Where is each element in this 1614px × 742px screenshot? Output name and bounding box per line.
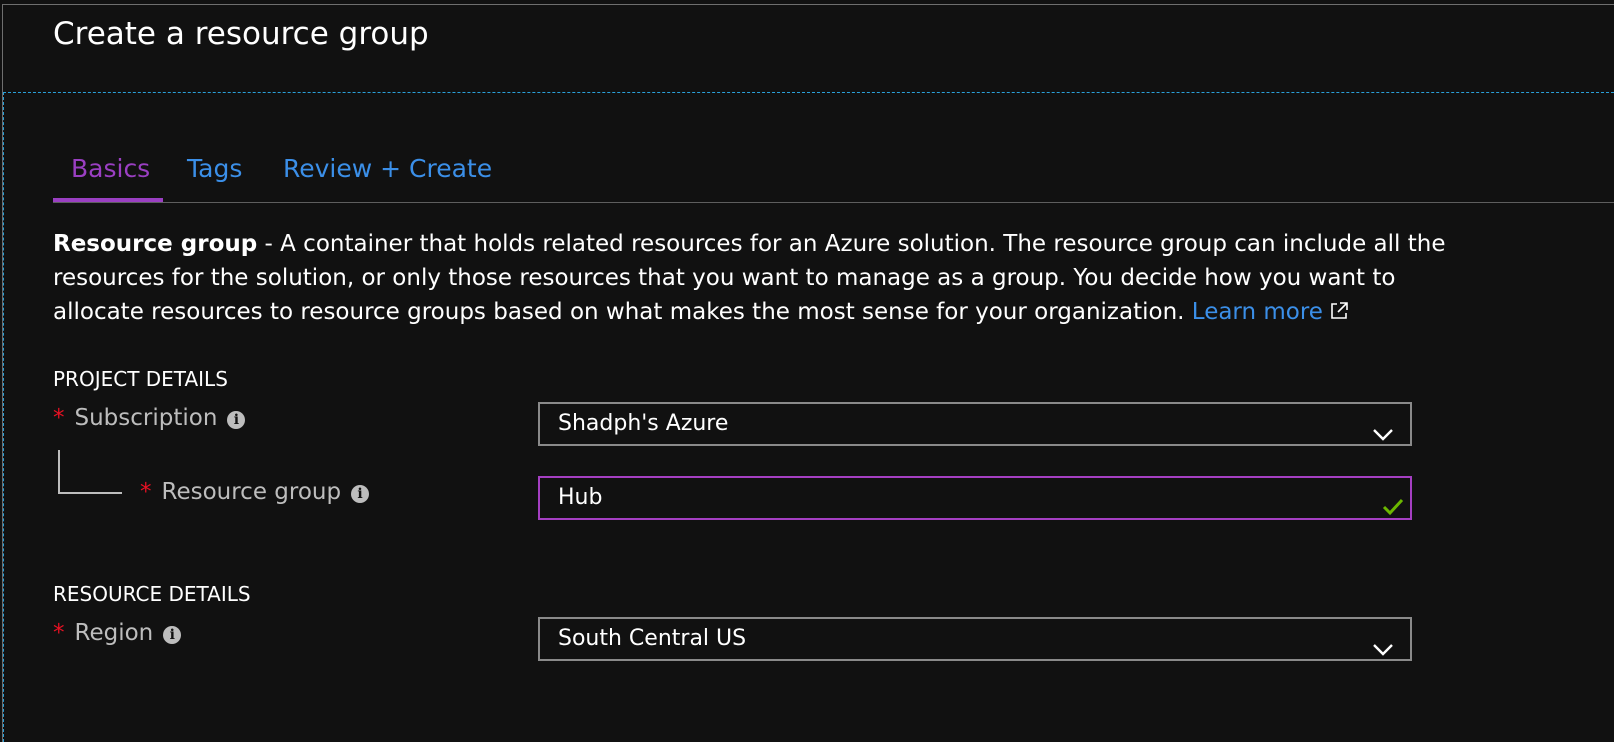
region-select[interactable]: South Central US xyxy=(538,617,1412,661)
learn-more-label: Learn more xyxy=(1191,299,1323,325)
subscription-label-row: * Subscription i xyxy=(53,405,246,431)
resource-group-input[interactable]: Hub xyxy=(538,476,1412,520)
resource-group-description: Resource group - A container that holds … xyxy=(53,227,1473,331)
resource-details-heading: RESOURCE DETAILS xyxy=(53,582,251,606)
tab-review-create[interactable]: Review + Create xyxy=(283,150,492,202)
info-icon[interactable]: i xyxy=(351,485,370,503)
chevron-down-icon xyxy=(1372,631,1394,671)
info-icon[interactable]: i xyxy=(163,626,182,644)
resource-group-value: Hub xyxy=(558,485,603,510)
required-asterisk: * xyxy=(53,620,65,646)
required-asterisk: * xyxy=(140,479,152,505)
region-value: South Central US xyxy=(558,626,747,651)
info-icon[interactable]: i xyxy=(227,411,246,429)
resource-group-label: Resource group xyxy=(161,479,342,505)
tab-bar-divider xyxy=(53,202,1614,203)
subscription-label: Subscription xyxy=(74,405,218,431)
chevron-down-icon xyxy=(1372,416,1394,456)
header-divider xyxy=(3,92,1614,93)
checkmark-icon xyxy=(1382,490,1404,530)
learn-more-link[interactable]: Learn more xyxy=(1192,299,1349,325)
description-term: Resource group xyxy=(53,231,258,257)
tab-tags[interactable]: Tags xyxy=(187,150,242,202)
focus-outline xyxy=(3,92,4,742)
external-link-icon xyxy=(1329,297,1349,331)
hierarchy-connector xyxy=(58,450,122,494)
resource-group-label-row: * Resource group i xyxy=(140,479,370,505)
subscription-value: Shadph's Azure xyxy=(558,411,729,436)
page-title: Create a resource group xyxy=(53,16,429,52)
project-details-heading: PROJECT DETAILS xyxy=(53,367,228,391)
tab-basics[interactable]: Basics xyxy=(53,150,163,202)
region-label: Region xyxy=(74,620,154,646)
subscription-select[interactable]: Shadph's Azure xyxy=(538,402,1412,446)
region-label-row: * Region i xyxy=(53,620,182,646)
required-asterisk: * xyxy=(53,405,65,431)
